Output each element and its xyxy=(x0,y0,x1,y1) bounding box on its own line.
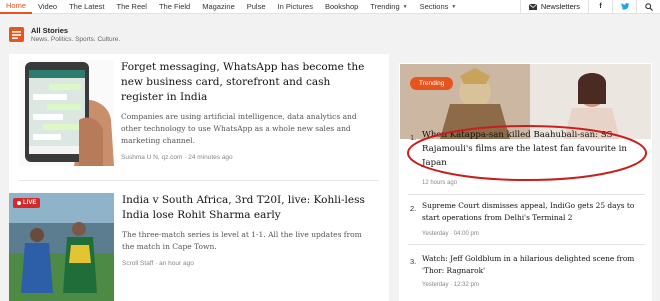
newsletters-button[interactable]: Newsletters xyxy=(519,0,588,14)
newsletters-label: Newsletters xyxy=(540,2,580,11)
search-icon xyxy=(644,2,653,11)
highlight-ellipse xyxy=(407,125,647,181)
trending-meta: Yesterday · 04:00 pm xyxy=(422,231,479,237)
page-title: All Stories xyxy=(31,26,69,35)
nav-the-field[interactable]: The Field xyxy=(153,0,196,14)
live-badge-label: LIVE xyxy=(23,200,37,206)
envelope-icon xyxy=(528,3,537,10)
nav-pulse[interactable]: Pulse xyxy=(241,0,272,14)
story-headline[interactable]: Forget messaging, WhatsApp has become th… xyxy=(121,60,374,105)
nav-video[interactable]: Video xyxy=(32,0,63,14)
nav-the-latest[interactable]: The Latest xyxy=(63,0,110,14)
trending-headline[interactable]: Supreme Court dismisses appeal, IndiGo g… xyxy=(422,200,642,224)
trending-rank: 3. xyxy=(410,257,417,266)
trending-badge: Trending xyxy=(410,77,454,90)
nav-sections-label: Sections xyxy=(419,2,449,11)
all-stories-header: All Stories News. Politics. Sports. Cult… xyxy=(9,26,120,43)
story-thumbnail[interactable] xyxy=(19,60,114,166)
search-button[interactable] xyxy=(636,0,660,14)
nav-sections[interactable]: Sections ▼ xyxy=(414,0,463,14)
nav-bookshop[interactable]: Bookshop xyxy=(319,0,364,14)
nav-the-reel[interactable]: The Reel xyxy=(111,0,153,14)
story-time: an hour ago xyxy=(159,260,194,267)
nav-in-pictures[interactable]: In Pictures xyxy=(272,0,319,14)
trending-divider xyxy=(408,194,645,195)
caret-down-icon: ▼ xyxy=(402,3,408,10)
story-author[interactable]: Scroll Staff xyxy=(122,260,153,267)
live-dot-icon xyxy=(17,201,21,205)
page-subtitle: News. Politics. Sports. Culture. xyxy=(31,36,121,43)
trending-meta: Yesterday · 12:32 pm xyxy=(422,282,479,288)
story-headline[interactable]: India v South Africa, 3rd T20I, live: Ko… xyxy=(122,193,374,223)
nav-home[interactable]: Home xyxy=(0,0,33,14)
facebook-icon: f xyxy=(599,3,602,10)
story-divider xyxy=(19,180,379,181)
phone-hand-image xyxy=(19,60,114,166)
facebook-button[interactable]: f xyxy=(588,0,612,14)
trending-rank: 2. xyxy=(410,204,417,213)
twitter-button[interactable] xyxy=(612,0,636,14)
story-author[interactable]: Sushma U N, qz.com xyxy=(121,154,182,161)
stories-icon xyxy=(9,27,24,42)
story-thumbnail[interactable]: LIVE xyxy=(9,193,114,301)
nav-actions: Newsletters f xyxy=(519,0,660,14)
story-item[interactable]: LIVE India v South Africa, 3rd T20I, liv… xyxy=(9,193,374,301)
story-meta: Sushma U N, qz.com · 24 minutes ago xyxy=(121,154,233,161)
live-badge: LIVE xyxy=(13,198,41,208)
nav-magazine[interactable]: Magazine xyxy=(196,0,241,14)
story-summary: Companies are using artificial intellige… xyxy=(121,112,357,145)
cricket-photo xyxy=(9,193,114,301)
story-item[interactable]: Forget messaging, WhatsApp has become th… xyxy=(19,60,374,166)
story-time: 24 minutes ago xyxy=(188,154,233,161)
twitter-icon xyxy=(620,3,629,10)
trending-headline[interactable]: Watch: Jeff Goldblum in a hilarious deli… xyxy=(422,253,642,277)
story-meta: Scroll Staff · an hour ago xyxy=(122,260,194,267)
nav-trending-label: Trending xyxy=(370,2,400,11)
trending-divider xyxy=(408,244,645,245)
top-navigation: Home Video The Latest The Reel The Field… xyxy=(0,0,660,14)
caret-down-icon: ▼ xyxy=(451,3,457,10)
story-summary: The three-match series is level at 1-1. … xyxy=(122,230,362,251)
nav-trending[interactable]: Trending ▼ xyxy=(364,0,413,14)
